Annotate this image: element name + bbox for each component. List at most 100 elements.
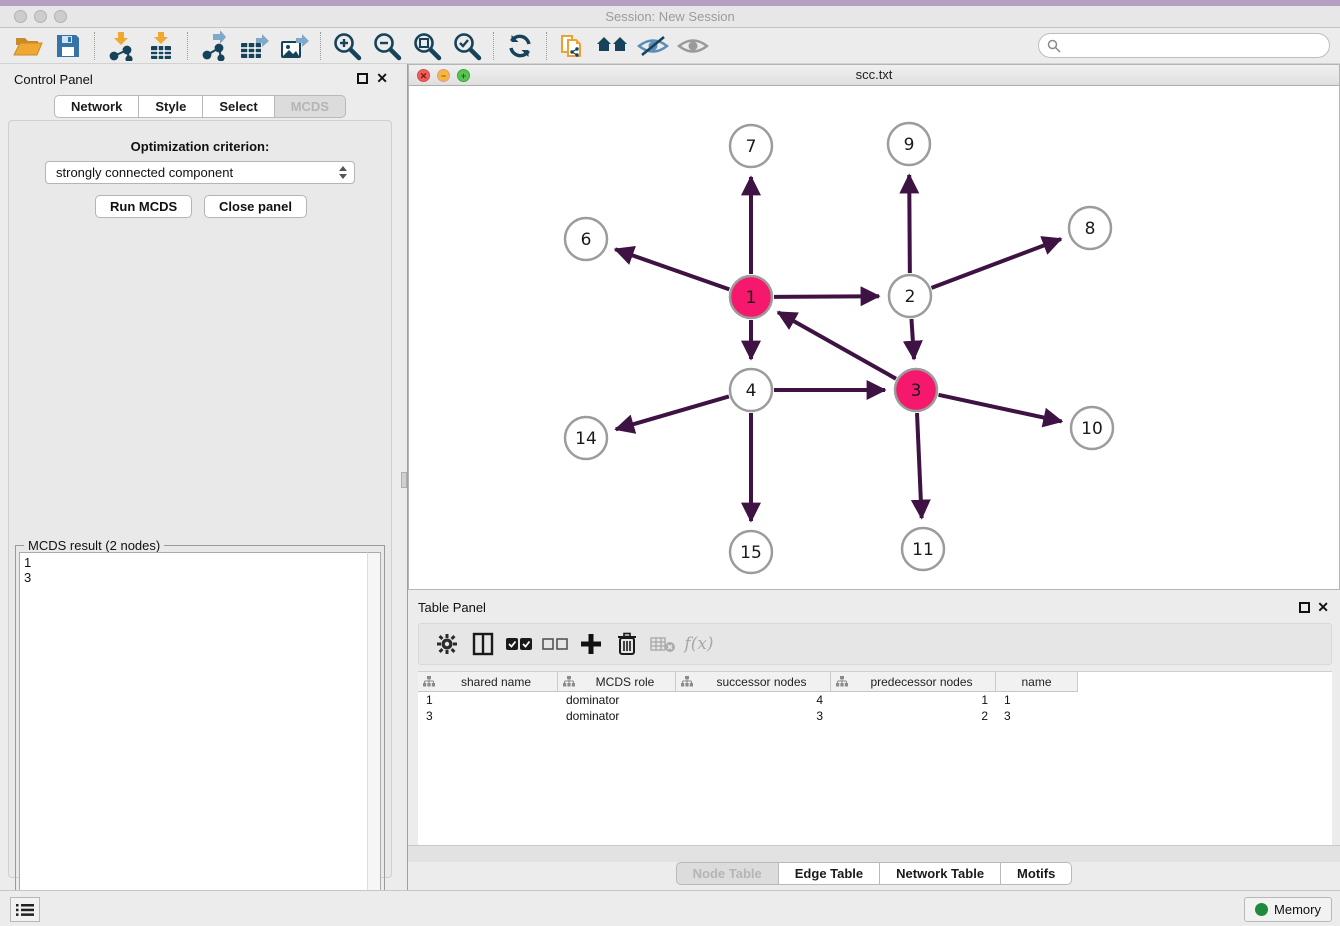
export-image-icon[interactable]	[274, 30, 314, 62]
zoom-fit-icon[interactable]	[407, 30, 447, 62]
close-window-icon[interactable]	[14, 10, 27, 23]
node-9[interactable]: 9	[888, 123, 930, 165]
table-cell[interactable]: dominator	[558, 692, 676, 708]
table-cell[interactable]: 3	[676, 708, 831, 724]
table-tab-node-table[interactable]: Node Table	[676, 862, 779, 885]
save-session-icon[interactable]	[48, 30, 88, 62]
edge-3-11[interactable]	[917, 413, 922, 518]
table-cell[interactable]: 3	[996, 708, 1078, 724]
network-minimize-icon[interactable]: −	[437, 69, 450, 82]
table-cell[interactable]: 4	[676, 692, 831, 708]
network-view-window: ✕ − + scc.txt 7 9 6 8 1 2 4 3 14 10 15 11	[408, 64, 1340, 590]
node-10[interactable]: 10	[1071, 407, 1113, 449]
table-settings-icon[interactable]	[429, 627, 465, 661]
edge-2-9[interactable]	[909, 175, 910, 273]
refresh-view-icon[interactable]	[500, 30, 540, 62]
node-1[interactable]: 1	[730, 276, 772, 318]
zoom-out-icon[interactable]	[367, 30, 407, 62]
minimize-window-icon[interactable]	[34, 10, 47, 23]
float-panel-icon[interactable]	[357, 73, 368, 84]
edge-1-2[interactable]	[774, 296, 879, 297]
column-header-shared-name[interactable]: shared name	[418, 672, 558, 692]
table-footer-band	[408, 845, 1340, 862]
search-input[interactable]	[1061, 35, 1329, 56]
criterion-dropdown[interactable]: strongly connected component	[45, 161, 355, 184]
close-panel-icon[interactable]: ✕	[376, 70, 388, 87]
add-row-icon[interactable]	[573, 627, 609, 661]
zoom-window-icon[interactable]	[54, 10, 67, 23]
table-cell[interactable]: 1	[996, 692, 1078, 708]
deselect-all-checks-icon[interactable]	[537, 627, 573, 661]
edge-2-8[interactable]	[932, 239, 1061, 288]
open-session-icon[interactable]	[8, 30, 48, 62]
table-cell[interactable]: 1	[418, 692, 558, 708]
zoom-selected-icon[interactable]	[447, 30, 487, 62]
node-4[interactable]: 4	[730, 369, 772, 411]
network-close-icon[interactable]: ✕	[417, 69, 430, 82]
function-builder-icon[interactable]: f(x)	[681, 627, 717, 661]
table-tab-network-table[interactable]: Network Table	[880, 862, 1001, 885]
float-table-panel-icon[interactable]	[1299, 602, 1310, 613]
divider-grip[interactable]	[401, 472, 407, 488]
show-columns-icon[interactable]	[465, 627, 501, 661]
select-all-checks-icon[interactable]	[501, 627, 537, 661]
svg-text:15: 15	[740, 543, 762, 563]
node-8[interactable]: 8	[1069, 207, 1111, 249]
network-zoom-icon[interactable]: +	[457, 69, 470, 82]
node-7[interactable]: 7	[730, 125, 772, 167]
table-tab-edge-table[interactable]: Edge Table	[779, 862, 880, 885]
table-cell[interactable]: 3	[418, 708, 558, 724]
node-2[interactable]: 2	[889, 275, 931, 317]
tab-select[interactable]: Select	[203, 95, 274, 118]
delete-row-icon[interactable]	[609, 627, 645, 661]
node-11[interactable]: 11	[902, 528, 944, 570]
network-window-title: scc.txt	[409, 65, 1339, 85]
table-cell[interactable]: 2	[831, 708, 996, 724]
memory-button[interactable]: Memory	[1244, 897, 1332, 922]
close-panel-button[interactable]: Close panel	[204, 195, 307, 218]
network-canvas[interactable]: 7 9 6 8 1 2 4 3 14 10 15 11	[409, 86, 1339, 589]
import-network-icon[interactable]	[101, 30, 141, 62]
table-cell[interactable]: 1	[831, 692, 996, 708]
import-table-icon[interactable]	[141, 30, 181, 62]
column-header-successor-nodes[interactable]: successor nodes	[676, 672, 831, 692]
delete-table-icon[interactable]	[645, 627, 681, 661]
node-15[interactable]: 15	[730, 531, 772, 573]
edge-4-14[interactable]	[616, 396, 729, 429]
toolbar-separator	[94, 32, 95, 60]
table-tab-motifs[interactable]: Motifs	[1001, 862, 1072, 885]
column-header-name[interactable]: name	[996, 672, 1078, 692]
new-network-from-selection-icon[interactable]	[553, 30, 593, 62]
node-6[interactable]: 6	[565, 218, 607, 260]
column-header-MCDS-role[interactable]: MCDS role	[558, 672, 676, 692]
zoom-in-icon[interactable]	[327, 30, 367, 62]
edge-1-6[interactable]	[615, 249, 729, 289]
export-network-icon[interactable]	[194, 30, 234, 62]
result-scrollbar[interactable]	[367, 552, 381, 919]
show-all-icon[interactable]	[673, 30, 713, 62]
task-history-icon[interactable]	[10, 897, 40, 922]
export-table-icon[interactable]	[234, 30, 274, 62]
tab-style[interactable]: Style	[139, 95, 203, 118]
tab-mcds[interactable]: MCDS	[275, 95, 346, 118]
optimization-criterion-label: Optimization criterion:	[9, 139, 391, 154]
run-mcds-button[interactable]: Run MCDS	[95, 195, 192, 218]
first-neighbors-icon[interactable]	[593, 30, 633, 62]
column-header-predecessor-nodes[interactable]: predecessor nodes	[831, 672, 996, 692]
hide-selected-icon[interactable]	[633, 30, 673, 62]
node-14[interactable]: 14	[565, 417, 607, 459]
tab-network[interactable]: Network	[54, 95, 139, 118]
table-cell[interactable]: dominator	[558, 708, 676, 724]
node-3[interactable]: 3	[895, 369, 937, 411]
node-table[interactable]: shared nameMCDS rolesuccessor nodesprede…	[418, 671, 1332, 845]
table-row[interactable]: 3dominator323	[418, 708, 1332, 724]
panel-divider[interactable]	[400, 64, 408, 890]
edge-3-1[interactable]	[778, 312, 896, 378]
table-row[interactable]: 1dominator411	[418, 692, 1332, 708]
edge-3-10[interactable]	[938, 395, 1061, 422]
search-icon	[1047, 39, 1061, 53]
mcds-result-list[interactable]: 1 3	[19, 552, 367, 919]
edge-2-3[interactable]	[911, 319, 914, 359]
control-panel-tabs: NetworkStyleSelectMCDS	[0, 95, 400, 118]
close-table-panel-icon[interactable]: ✕	[1317, 599, 1329, 616]
